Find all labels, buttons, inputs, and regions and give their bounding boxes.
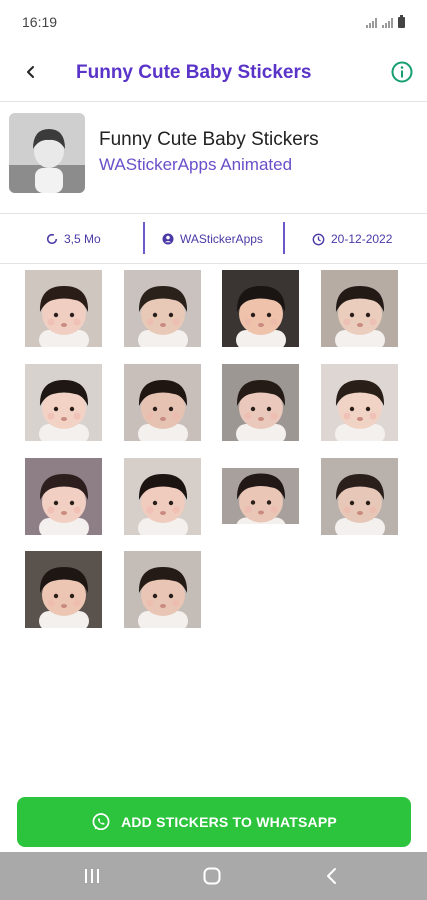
add-to-whatsapp-button[interactable]: ADD STICKERS TO WHATSAPP xyxy=(17,797,411,847)
app-bar: Funny Cute Baby Stickers xyxy=(0,44,427,100)
signal-icon xyxy=(366,17,377,28)
size-value: 3,5 Mo xyxy=(64,232,101,246)
sticker-3[interactable] xyxy=(222,270,299,347)
sticker-9[interactable] xyxy=(25,458,102,535)
signal-icon xyxy=(382,17,393,28)
header-divider xyxy=(0,101,427,102)
author-info: WAStickerApps xyxy=(162,216,263,262)
date-info: 20-12-2022 xyxy=(312,216,392,262)
info-separator xyxy=(283,222,285,254)
info-icon[interactable] xyxy=(390,60,414,84)
size-icon xyxy=(46,233,58,245)
sticker-10[interactable] xyxy=(124,458,201,535)
account-icon xyxy=(162,233,174,245)
date-value: 20-12-2022 xyxy=(331,232,393,246)
pack-publisher: WAStickerApps Animated xyxy=(99,155,293,174)
back-icon[interactable] xyxy=(320,864,344,888)
whatsapp-icon xyxy=(92,813,110,831)
status-bar: 16:19 xyxy=(0,0,427,44)
size-info: 3,5 Mo xyxy=(46,216,101,262)
navigation-bar xyxy=(0,852,427,900)
recent-apps-icon[interactable] xyxy=(80,864,104,888)
clock-icon xyxy=(312,233,325,245)
page-title: Funny Cute Baby Stickers xyxy=(76,62,312,83)
back-arrow-icon[interactable] xyxy=(18,59,44,85)
sticker-7[interactable] xyxy=(222,364,299,441)
status-time: 16:19 xyxy=(22,14,58,30)
status-icons xyxy=(366,14,405,28)
author-value: WAStickerApps xyxy=(180,232,263,246)
pack-info-row: 3,5 Mo WAStickerApps 20-12-2022 xyxy=(0,216,427,262)
sticker-4[interactable] xyxy=(321,270,398,347)
add-button-label: ADD STICKERS TO WHATSAPP xyxy=(121,814,337,830)
home-icon[interactable] xyxy=(200,864,224,888)
sticker-13[interactable] xyxy=(25,551,102,628)
sticker-1[interactable] xyxy=(25,270,102,347)
sticker-2[interactable] xyxy=(124,270,201,347)
info-bottom-divider xyxy=(0,263,427,264)
pack-header: Funny Cute Baby Stickers WAStickerApps A… xyxy=(0,103,427,211)
sticker-8[interactable] xyxy=(321,364,398,441)
info-separator xyxy=(143,222,145,254)
sticker-5[interactable] xyxy=(25,364,102,441)
sticker-12[interactable] xyxy=(321,458,398,535)
battery-icon xyxy=(398,14,405,28)
info-top-divider xyxy=(0,213,427,214)
pack-name: Funny Cute Baby Stickers xyxy=(99,129,319,150)
sticker-6[interactable] xyxy=(124,364,201,441)
sticker-14[interactable] xyxy=(124,551,201,628)
pack-thumbnail xyxy=(9,113,85,193)
sticker-11[interactable] xyxy=(222,468,299,524)
